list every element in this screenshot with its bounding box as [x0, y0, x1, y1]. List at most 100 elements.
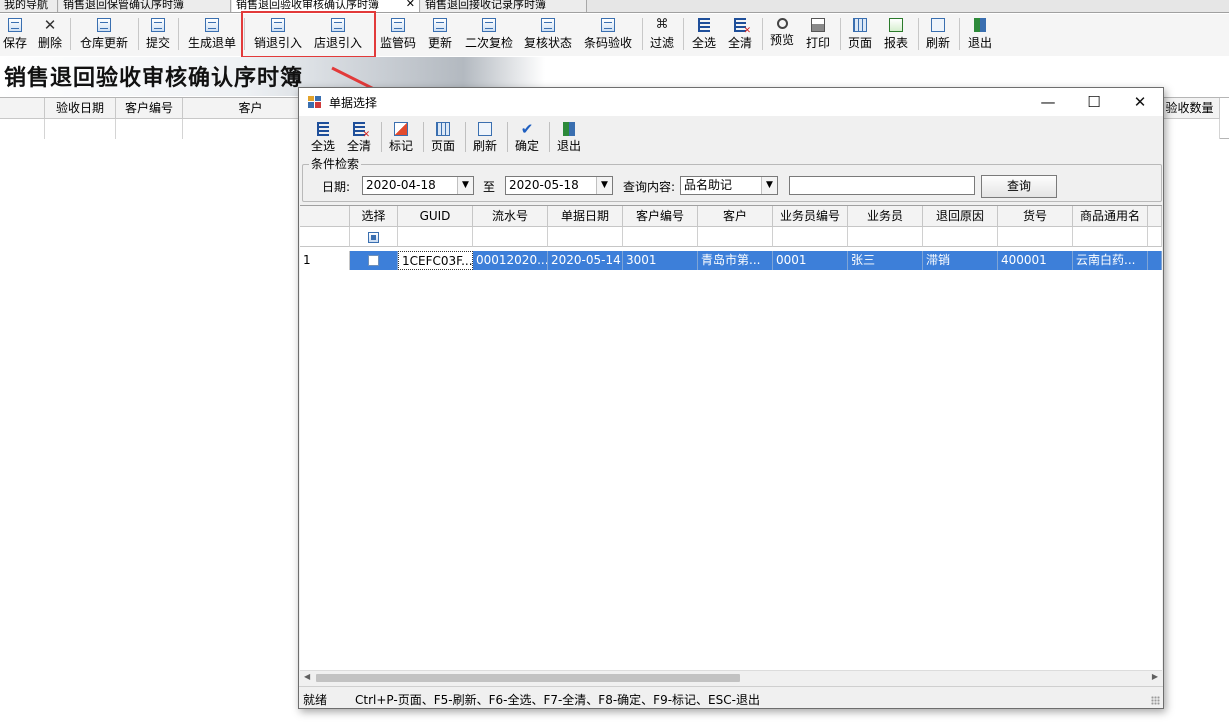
date-from-picker[interactable]: 2020-04-18 ▼	[362, 176, 474, 195]
dialog-exit-button[interactable]: 退出	[555, 120, 583, 156]
grid-filter-cell[interactable]	[473, 227, 548, 247]
maximize-button[interactable]: ☐	[1071, 88, 1117, 116]
grid-filter-cell[interactable]	[1160, 119, 1220, 139]
table-cell-return-reason[interactable]: 滞销	[923, 251, 998, 270]
grid-filter-select[interactable]	[350, 227, 398, 247]
update-button[interactable]: 更新	[426, 16, 454, 54]
toolbar-separator	[178, 18, 179, 50]
save-button[interactable]: 保存	[2, 16, 28, 54]
exit-button[interactable]: 退出	[966, 16, 994, 54]
column-header-guid[interactable]: GUID	[398, 206, 473, 227]
close-button[interactable]: ✕	[1117, 88, 1163, 116]
tab-sales-return-receipt-record[interactable]: 销售退回接收记录序时簿	[421, 0, 587, 12]
preview-button[interactable]: 预览	[768, 16, 796, 54]
chevron-down-icon[interactable]: ▼	[457, 177, 473, 194]
dialog-refresh-button[interactable]: 刷新	[471, 120, 499, 156]
horizontal-scrollbar[interactable]: ◀ ▶	[300, 670, 1162, 685]
close-icon[interactable]: ✕	[406, 0, 415, 9]
dialog-clear-all-button[interactable]: 全清	[345, 120, 373, 156]
table-row-number[interactable]: 1	[300, 251, 350, 270]
table-cell-serial[interactable]: 00012020...	[473, 251, 548, 270]
query-field-select[interactable]: 品名助记 ▼	[680, 176, 778, 195]
column-header-customer-no[interactable]: 客户编号	[116, 98, 183, 119]
scrollbar-thumb[interactable]	[316, 674, 740, 682]
table-cell-item-no[interactable]: 400001	[998, 251, 1073, 270]
table-cell-document-date[interactable]: 2020-05-14	[548, 251, 623, 270]
minimize-button[interactable]: —	[1025, 88, 1071, 116]
column-header-salesman-no[interactable]: 业务员编号	[773, 206, 848, 227]
clear-all-button[interactable]: 全清	[726, 16, 754, 54]
table-cell-salesman[interactable]: 张三	[848, 251, 923, 270]
row-select-cell[interactable]	[350, 251, 398, 270]
barcode-check-icon	[601, 18, 615, 32]
grid-filter-cell[interactable]	[45, 119, 116, 139]
submit-button[interactable]: 提交	[144, 16, 172, 54]
column-header-customer[interactable]: 客户	[698, 206, 773, 227]
grid-filter-cell[interactable]	[116, 119, 183, 139]
tab-sales-return-custody-confirm[interactable]: 销售退回保管确认序时簿	[59, 0, 231, 12]
dialog-page-button[interactable]: 页面	[429, 120, 457, 156]
chevron-down-icon[interactable]: ▼	[596, 177, 612, 194]
refresh-button[interactable]: 刷新	[924, 16, 952, 54]
chevron-down-icon[interactable]: ▼	[761, 177, 777, 194]
warehouse-update-button[interactable]: 仓库更新	[78, 16, 130, 54]
grid-filter-cell[interactable]	[848, 227, 923, 247]
dialog-confirm-button[interactable]: ✔ 确定	[513, 120, 541, 156]
column-header-salesman[interactable]: 业务员	[848, 206, 923, 227]
select-all-checkbox[interactable]	[368, 232, 379, 243]
column-header-acceptance-qty[interactable]: 验收数量	[1160, 98, 1220, 119]
report-button[interactable]: 报表	[882, 16, 910, 54]
grid-filter-cell[interactable]	[698, 227, 773, 247]
dialog-title-bar[interactable]: 单据选择 — ☐ ✕	[299, 88, 1163, 116]
scroll-left-arrow-icon[interactable]: ◀	[304, 672, 310, 681]
table-cell-customer[interactable]: 青岛市第...	[698, 251, 773, 270]
column-header-select[interactable]: 选择	[350, 206, 398, 227]
tab-label: 我的导航	[4, 0, 48, 11]
table-cell-overflow[interactable]	[1148, 251, 1162, 270]
date-to-picker[interactable]: 2020-05-18 ▼	[505, 176, 613, 195]
query-button[interactable]: 查询	[981, 175, 1057, 198]
table-cell-guid[interactable]: 1CEFC03F...	[398, 251, 473, 270]
toolbar-separator	[138, 18, 139, 50]
filter-button[interactable]: ⌘ 过滤	[648, 16, 676, 54]
delete-button[interactable]: ✕ 删除	[36, 16, 64, 54]
delete-icon: ✕	[43, 16, 57, 34]
column-header-serial[interactable]: 流水号	[473, 206, 548, 227]
column-header-customer-no[interactable]: 客户编号	[623, 206, 698, 227]
column-header-document-date[interactable]: 单据日期	[548, 206, 623, 227]
row-select-checkbox[interactable]	[368, 255, 379, 266]
table-cell-salesman-no[interactable]: 0001	[773, 251, 848, 270]
column-header-item-no[interactable]: 货号	[998, 206, 1073, 227]
barcode-check-button[interactable]: 条码验收	[582, 16, 634, 54]
page-button[interactable]: 页面	[846, 16, 874, 54]
query-text-input[interactable]	[789, 176, 975, 195]
table-cell-generic-name[interactable]: 云南白药...	[1073, 251, 1148, 270]
tab-label: 销售退回验收审核确认序时簿	[236, 0, 379, 11]
grid-filter-cell[interactable]	[623, 227, 698, 247]
table-cell-customer-no[interactable]: 3001	[623, 251, 698, 270]
submit-icon	[151, 18, 165, 32]
scroll-right-arrow-icon[interactable]: ▶	[1152, 672, 1158, 681]
tab-my-navigation[interactable]: 我的导航	[0, 0, 58, 12]
select-all-button[interactable]: 全选	[690, 16, 718, 54]
supervision-code-button[interactable]: 监管码	[378, 16, 418, 54]
grid-filter-cell[interactable]	[773, 227, 848, 247]
grid-filter-cell[interactable]	[398, 227, 473, 247]
dialog-mark-button[interactable]: 标记	[387, 120, 415, 156]
second-recheck-button[interactable]: 二次复检	[462, 16, 516, 54]
grid-filter-cell[interactable]	[548, 227, 623, 247]
grid-filter-cell[interactable]	[998, 227, 1073, 247]
dialog-select-all-button[interactable]: 全选	[309, 120, 337, 156]
column-header-return-reason[interactable]: 退回原因	[923, 206, 998, 227]
generate-return-button[interactable]: 生成退单	[186, 16, 238, 54]
column-header-generic-name[interactable]: 商品通用名	[1073, 206, 1148, 227]
column-header-acceptance-date[interactable]: 验收日期	[45, 98, 116, 119]
grid-filter-cell[interactable]	[923, 227, 998, 247]
page-title: 销售退回验收审核确认序时簿	[4, 65, 304, 91]
print-button[interactable]: 打印	[804, 16, 832, 54]
resize-grip-icon[interactable]	[1151, 696, 1160, 705]
toolbar-separator	[642, 18, 643, 50]
tab-label: 销售退回保管确认序时簿	[63, 0, 184, 11]
recheck-status-button[interactable]: 复核状态	[522, 16, 574, 54]
grid-filter-cell[interactable]	[1073, 227, 1148, 247]
